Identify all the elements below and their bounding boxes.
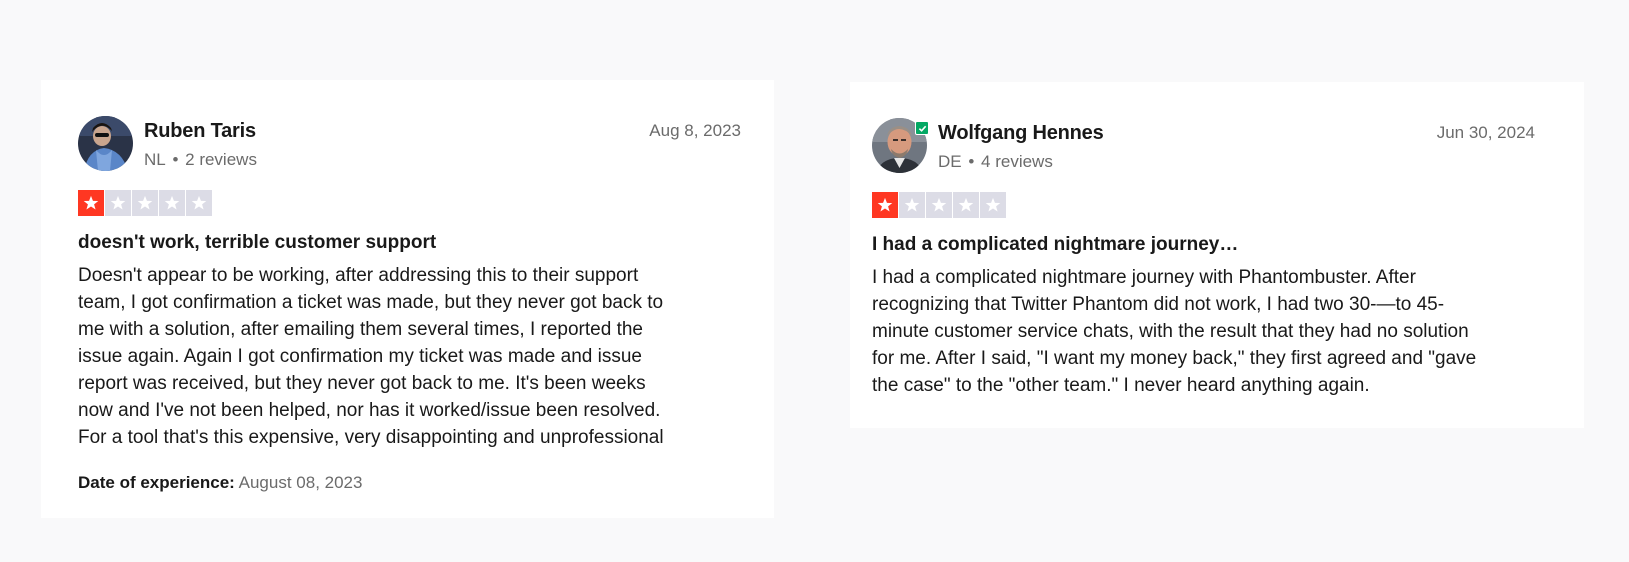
star-icon: [110, 195, 126, 210]
star-icon: [877, 197, 893, 212]
reviewer-name[interactable]: Wolfgang Hennes: [938, 121, 1104, 145]
star-rating: [78, 190, 741, 216]
reviewer-review-count[interactable]: 2 reviews: [185, 150, 257, 169]
review-header: Ruben Taris NL • 2 reviews Aug 8, 2023: [78, 116, 741, 172]
star-filled: [78, 190, 104, 216]
checkmark-icon: [918, 125, 926, 132]
star-empty: [159, 190, 185, 216]
reviewer-info: Wolfgang Hennes DE • 4 reviews: [938, 118, 1104, 173]
star-icon: [985, 197, 1001, 212]
reviewer-country: DE: [938, 152, 962, 171]
star-icon: [958, 197, 974, 212]
star-icon: [164, 195, 180, 210]
star-empty: [980, 192, 1006, 218]
star-filled: [872, 192, 898, 218]
star-empty: [132, 190, 158, 216]
review-title[interactable]: doesn't work, terrible customer support: [78, 231, 741, 255]
date-of-experience-value: August 08, 2023: [238, 473, 363, 492]
star-icon: [904, 197, 920, 212]
reviewer-name[interactable]: Ruben Taris: [144, 119, 257, 143]
review-body: Doesn't appear to be working, after addr…: [78, 265, 664, 448]
avatar[interactable]: [872, 118, 929, 173]
star-empty: [953, 192, 979, 218]
star-empty: [105, 190, 131, 216]
avatar-image: [78, 116, 133, 171]
reviewer-meta: NL • 2 reviews: [144, 149, 257, 171]
reviewer-review-count[interactable]: 4 reviews: [981, 152, 1053, 171]
star-icon: [931, 197, 947, 212]
review-header: Wolfgang Hennes DE • 4 reviews Jun 30, 2…: [872, 118, 1535, 174]
separator-dot: •: [963, 152, 980, 171]
star-empty: [899, 192, 925, 218]
separator-dot: •: [167, 150, 184, 169]
avatar[interactable]: [78, 116, 133, 171]
reviewer-meta: DE • 4 reviews: [938, 151, 1104, 173]
review-date: Jun 30, 2024: [1436, 123, 1535, 142]
date-of-experience-label: Date of experience:: [78, 473, 235, 492]
review-title[interactable]: I had a complicated nightmare journey…: [872, 233, 1535, 257]
reviewer-country: NL: [144, 150, 166, 169]
star-empty: [186, 190, 212, 216]
reviews-page: Ruben Taris NL • 2 reviews Aug 8, 2023 d…: [0, 0, 1629, 562]
review-date: Aug 8, 2023: [649, 121, 741, 140]
star-rating: [872, 192, 1535, 218]
reviewer-info: Ruben Taris NL • 2 reviews: [144, 116, 257, 171]
date-of-experience: Date of experience: August 08, 2023: [78, 472, 741, 494]
verified-badge: [915, 121, 929, 135]
star-icon: [191, 195, 207, 210]
review-body: I had a complicated nightmare journey wi…: [872, 267, 1477, 396]
star-empty: [926, 192, 952, 218]
review-card: Wolfgang Hennes DE • 4 reviews Jun 30, 2…: [850, 82, 1584, 428]
review-card: Ruben Taris NL • 2 reviews Aug 8, 2023 d…: [41, 80, 774, 518]
star-icon: [83, 195, 99, 210]
star-icon: [137, 195, 153, 210]
